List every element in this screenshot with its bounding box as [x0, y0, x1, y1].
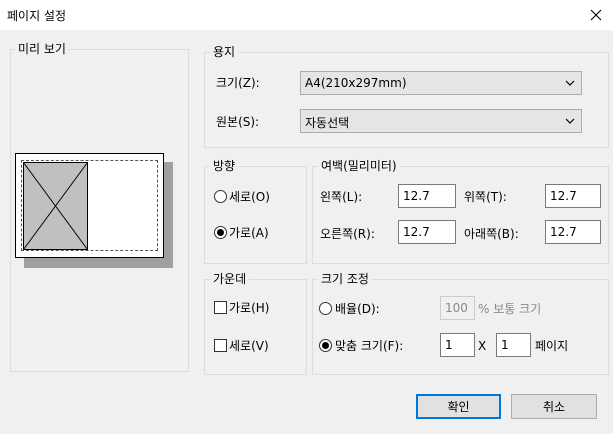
paper-group: [204, 52, 609, 148]
paper-source-label: 원본(S):: [216, 115, 260, 129]
adjust-suffix: % 보통 크기: [478, 302, 542, 316]
paper-group-title: 용지: [210, 45, 239, 59]
paper-source-value: 자동선택: [305, 116, 350, 130]
fit-wide-input[interactable]: 1: [440, 333, 475, 357]
center-vertical-checkbox[interactable]: [214, 339, 227, 352]
fit-tall-input[interactable]: 1: [496, 333, 531, 357]
fit-label[interactable]: 맞춤 크기(F):: [335, 339, 403, 353]
chevron-down-icon: [565, 80, 575, 86]
paper-source-select[interactable]: 자동선택: [300, 109, 582, 133]
center-horizontal-label[interactable]: 가로(H): [229, 301, 269, 315]
fit-x-label: X: [478, 339, 487, 353]
adjust-label[interactable]: 배율(D):: [335, 302, 380, 316]
orientation-group-title: 방향: [210, 159, 239, 173]
adjust-input[interactable]: 100: [440, 296, 475, 320]
margin-right-label: 오른쪽(R):: [320, 227, 375, 241]
chevron-down-icon: [565, 118, 575, 124]
landscape-label[interactable]: 가로(A): [229, 226, 269, 240]
paper-size-value: A4(210x297mm): [305, 76, 407, 90]
margin-right-input[interactable]: 12.7: [398, 220, 456, 244]
title-bar: [0, 0, 613, 30]
adjust-value: 100: [445, 301, 468, 315]
paper-size-label: 크기(Z):: [216, 76, 260, 90]
cancel-button[interactable]: 취소: [511, 394, 597, 419]
ok-button-label: 확인: [447, 400, 470, 414]
preview-image-placeholder: [23, 162, 88, 250]
margins-group: [312, 166, 609, 264]
margin-top-input[interactable]: 12.7: [545, 184, 601, 208]
cancel-button-label: 취소: [542, 400, 566, 414]
fit-tall-value: 1: [501, 338, 509, 352]
fit-wide-value: 1: [445, 338, 453, 352]
margin-top-value: 12.7: [550, 189, 577, 203]
center-group: [204, 279, 307, 375]
portrait-label[interactable]: 세로(O): [229, 190, 270, 204]
margin-top-label: 위쪽(T):: [464, 190, 507, 204]
margin-bottom-value: 12.7: [550, 225, 577, 239]
center-vertical-label[interactable]: 세로(V): [229, 339, 269, 353]
margins-group-title: 여백(밀리미터): [318, 159, 400, 173]
margin-left-value: 12.7: [403, 189, 430, 203]
close-icon: [590, 9, 602, 21]
center-group-title: 가운데: [210, 272, 250, 286]
orientation-group: [204, 166, 307, 264]
adjust-radio[interactable]: [319, 302, 332, 315]
margin-left-label: 왼쪽(L):: [320, 190, 363, 204]
scaling-group: [312, 279, 609, 375]
paper-size-select[interactable]: A4(210x297mm): [300, 71, 582, 95]
landscape-radio[interactable]: [214, 226, 227, 239]
fit-suffix: 페이지: [535, 339, 569, 353]
center-horizontal-checkbox[interactable]: [214, 301, 227, 314]
ok-button[interactable]: 확인: [416, 394, 501, 419]
fit-radio[interactable]: [319, 339, 332, 352]
window-title: 페이지 설정: [7, 9, 67, 23]
portrait-radio[interactable]: [214, 190, 227, 203]
margin-right-value: 12.7: [403, 225, 430, 239]
margin-bottom-input[interactable]: 12.7: [545, 220, 601, 244]
close-button[interactable]: [583, 2, 609, 28]
preview-group-title: 미리 보기: [15, 42, 69, 56]
margin-bottom-label: 아래쪽(B):: [464, 227, 519, 241]
scaling-group-title: 크기 조정: [318, 272, 372, 286]
margin-left-input[interactable]: 12.7: [398, 184, 456, 208]
